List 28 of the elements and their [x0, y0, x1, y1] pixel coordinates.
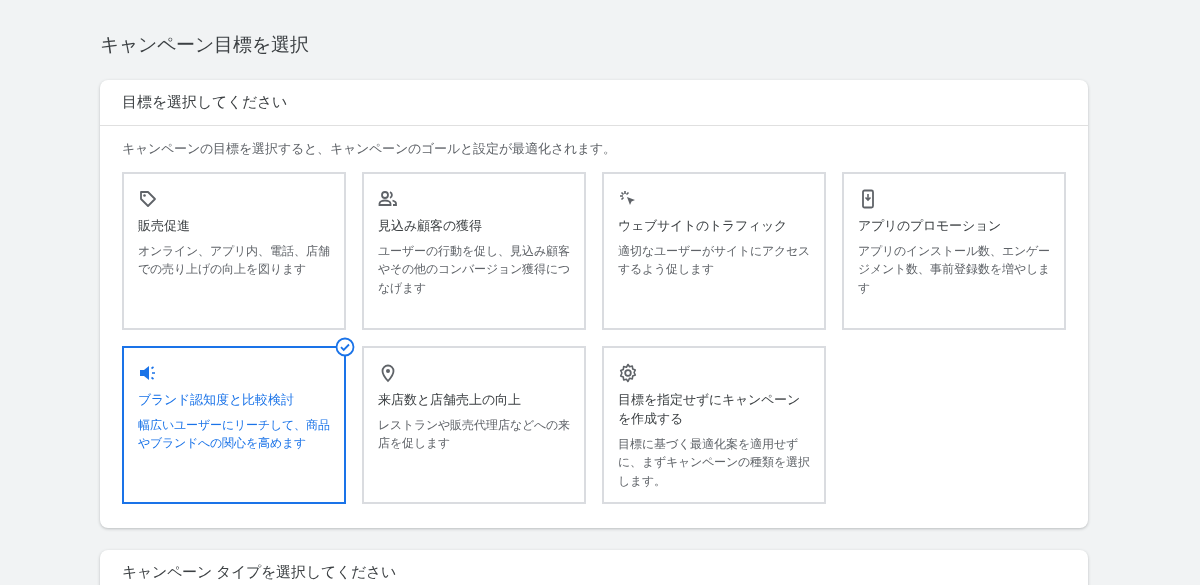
goal-option[interactable]: ウェブサイトのトラフィック 適切なユーザーがサイトにアクセスするよう促します: [602, 172, 826, 331]
card-heading: キャンペーン タイプを選択してください: [121, 562, 398, 583]
goal-option[interactable]: ブランド認知度と比較検討 幅広いユーザーにリーチして、商品やブランドへの関心を高めます: [122, 346, 346, 505]
card-heading: 目標を選択してください: [100, 79, 1088, 127]
goal-title: ブランド認知度と比較検討: [138, 391, 294, 410]
settings-icon: [618, 363, 638, 384]
goal-option[interactable]: 目標を指定せずにキャンペーンを作成する 目標に基づく最適化案を適用せずに、まずキャンペーンの種類を選択します。: [602, 346, 826, 505]
goal-description: 幅広いユーザーにリーチして、商品やブランドへの関心を高めます: [138, 417, 330, 452]
card-description: キャンペーンの目標を選択すると、キャンペーンのゴールと設定が最適化されます。: [122, 141, 617, 159]
goal-description: ユーザーの行動を促し、見込み顧客やその他のコンバージョン獲得につなげます: [378, 243, 570, 297]
goal-description: 適切なユーザーがサイトにアクセスするよう促します: [618, 243, 810, 278]
goal-option[interactable]: 見込み顧客の獲得 ユーザーの行動を促し、見込み顧客やその他のコンバージョン獲得につなげます: [362, 172, 586, 331]
goal-description: アプリのインストール数、エンゲージメント数、事前登録数を増やします: [858, 243, 1050, 296]
goal-description: レストランや販売代理店などへの来店を促します: [378, 417, 570, 452]
goal-title: ウェブサイトのトラフィック: [618, 217, 787, 236]
goal-description: オンライン、アプリ内、電話、店舗での売り上げの向上を図ります: [138, 243, 330, 278]
page-title: キャンペーン目標を選択: [100, 34, 310, 57]
goal-title: 目標を指定せずにキャンペーンを作成する: [618, 391, 801, 428]
goal-option[interactable]: アプリのプロモーション アプリのインストール数、エンゲージメント数、事前登録数を増やします: [842, 172, 1066, 331]
goal-description: 目標に基づく最適化案を適用せずに、まずキャンペーンの種類を選択します。: [618, 436, 810, 489]
goal-option[interactable]: 来店数と店舗売上の向上 レストランや販売代理店などへの来店を促します: [362, 346, 586, 505]
tag-icon: [138, 189, 158, 210]
goal-title: アプリのプロモーション: [858, 217, 1001, 236]
goal-option[interactable]: 販売促進 オンライン、アプリ内、電話、店舗での売り上げの向上を図ります: [122, 172, 346, 331]
goal-title: 来店数と店舗売上の向上: [378, 391, 521, 410]
goal-title: 販売促進: [138, 217, 190, 236]
goal-title: 見込み顧客の獲得: [378, 217, 482, 236]
check-icon: [335, 337, 355, 358]
